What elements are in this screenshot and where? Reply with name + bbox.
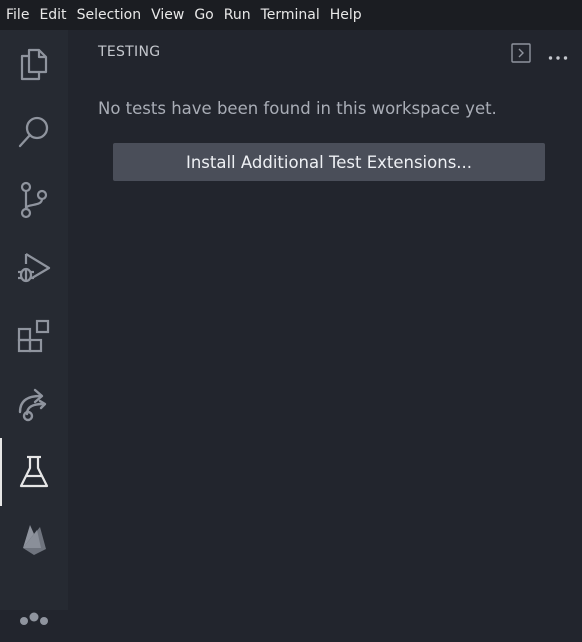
- panel-title: TESTING: [98, 44, 161, 60]
- show-output-icon[interactable]: [511, 43, 531, 67]
- community-icon: [16, 590, 52, 626]
- no-tests-message: No tests have been found in this workspa…: [98, 99, 497, 118]
- files-icon: [18, 46, 50, 82]
- activity-firebase[interactable]: [0, 506, 68, 574]
- run-debug-icon: [16, 250, 52, 286]
- testing-sidebar: TESTING No tests have been found in this…: [68, 30, 582, 610]
- firebase-icon: [20, 523, 48, 557]
- extensions-icon: [17, 319, 51, 353]
- remote-share-icon: [16, 386, 52, 422]
- menu-view[interactable]: View: [146, 0, 189, 30]
- install-test-extensions-button[interactable]: Install Additional Test Extensions...: [113, 143, 545, 181]
- menu-terminal[interactable]: Terminal: [256, 0, 325, 30]
- activity-testing[interactable]: [0, 438, 68, 506]
- menu-help[interactable]: Help: [325, 0, 367, 30]
- activity-source-control[interactable]: [0, 166, 68, 234]
- menu-selection[interactable]: Selection: [72, 0, 147, 30]
- search-icon: [17, 115, 51, 149]
- testing-flask-icon: [19, 455, 49, 489]
- source-control-icon: [18, 181, 50, 219]
- activity-community[interactable]: [0, 574, 68, 642]
- menu-file[interactable]: File: [1, 0, 34, 30]
- activity-search[interactable]: [0, 98, 68, 166]
- menu-go[interactable]: Go: [189, 0, 218, 30]
- more-actions-icon[interactable]: [548, 46, 568, 65]
- activity-run-debug[interactable]: [0, 234, 68, 302]
- menu-run[interactable]: Run: [219, 0, 256, 30]
- activity-bar: [0, 30, 68, 625]
- title-actions: [511, 43, 568, 67]
- activity-extensions[interactable]: [0, 302, 68, 370]
- activity-remote-share[interactable]: [0, 370, 68, 438]
- menu-bar: File Edit Selection View Go Run Terminal…: [0, 0, 582, 30]
- menu-edit[interactable]: Edit: [34, 0, 71, 30]
- activity-explorer[interactable]: [0, 30, 68, 98]
